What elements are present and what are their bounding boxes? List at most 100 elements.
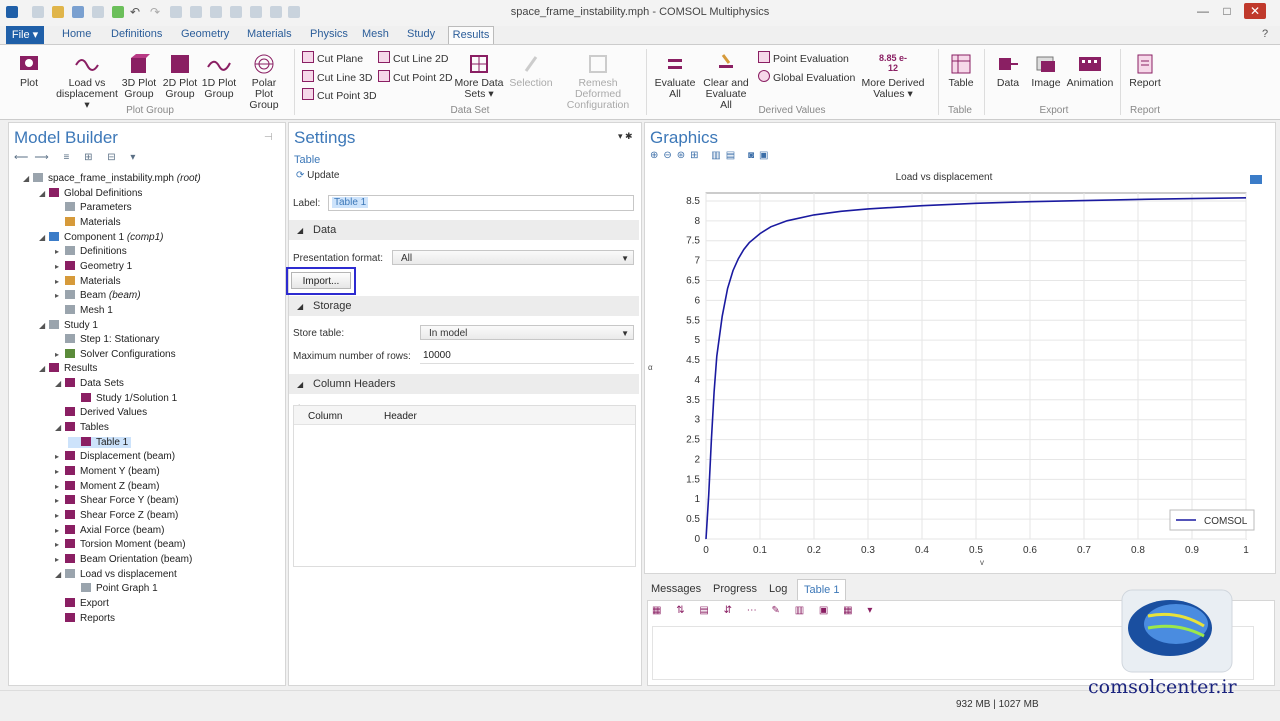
- tab-study[interactable]: Study: [407, 28, 435, 40]
- tree-item[interactable]: ◢ space_frame_instability.mph (root): [20, 173, 204, 184]
- model-builder-toolbar[interactable]: ⟵⟶ ≡ ⊞ ⊟ ▾: [14, 152, 141, 163]
- cut-point-3d-button[interactable]: Cut Point 3D: [302, 88, 377, 102]
- max-rows-field[interactable]: 10000: [420, 348, 634, 364]
- load-vs-displacement-button[interactable]: Load vs displacement ▾: [56, 53, 118, 111]
- tree-item[interactable]: ▸ Definitions: [52, 246, 130, 257]
- plot-button[interactable]: Plot: [10, 53, 48, 89]
- report-button[interactable]: Report: [1126, 53, 1164, 89]
- image-export-button[interactable]: Image: [1028, 53, 1064, 89]
- tree-item[interactable]: ▸ Torsion Moment (beam): [52, 539, 189, 550]
- presentation-format-select[interactable]: All ▼: [392, 250, 634, 265]
- expander-icon[interactable]: ▸: [55, 496, 65, 505]
- tree-item[interactable]: Point Graph 1: [68, 583, 161, 594]
- expander-icon[interactable]: ▸: [55, 291, 65, 300]
- tree-item[interactable]: ◢ Global Definitions: [36, 187, 145, 199]
- expander-icon[interactable]: ◢: [55, 423, 65, 432]
- tree-item[interactable]: ▸ Shear Force Z (beam): [52, 509, 181, 521]
- tree-item[interactable]: Materials: [52, 216, 124, 228]
- expander-icon[interactable]: ▸: [55, 467, 65, 476]
- tree-item[interactable]: Study 1/Solution 1: [68, 392, 180, 404]
- column-headers-section-header[interactable]: ◢ Column Headers: [289, 374, 639, 394]
- tree-item[interactable]: Step 1: Stationary: [52, 334, 163, 345]
- tree-item[interactable]: ◢ Study 1: [36, 319, 101, 331]
- animation-export-button[interactable]: Animation: [1066, 53, 1114, 89]
- tree-item[interactable]: Export: [52, 597, 112, 609]
- maximize-button[interactable]: □: [1216, 3, 1238, 19]
- clear-evaluate-all-button[interactable]: Clear and Evaluate All: [700, 53, 752, 111]
- expander-icon[interactable]: ▸: [55, 540, 65, 549]
- expander-icon[interactable]: ▸: [55, 452, 65, 461]
- tab-messages[interactable]: Messages: [651, 583, 701, 595]
- storage-section-header[interactable]: ◢ Storage: [289, 296, 639, 316]
- tree-item[interactable]: ▸ Axial Force (beam): [52, 524, 167, 536]
- remesh-deformed-button[interactable]: Remesh Deformed Configuration: [554, 53, 642, 111]
- tree-item[interactable]: ▸ Displacement (beam): [52, 451, 178, 462]
- expander-icon[interactable]: ◢: [39, 321, 49, 330]
- point-evaluation-button[interactable]: Point Evaluation: [758, 51, 849, 65]
- store-table-select[interactable]: In model ▼: [420, 325, 634, 340]
- minimize-button[interactable]: —: [1192, 3, 1214, 19]
- tree-item[interactable]: ▸ Beam Orientation (beam): [52, 553, 195, 565]
- table-button[interactable]: Table: [944, 53, 978, 89]
- tree-item[interactable]: Derived Values: [52, 407, 150, 418]
- expander-icon[interactable]: ◢: [39, 189, 49, 198]
- tree-item[interactable]: ▸ Materials: [52, 275, 124, 287]
- tree-item[interactable]: ▸ Solver Configurations: [52, 348, 179, 360]
- tab-log[interactable]: Log: [769, 583, 787, 595]
- graphics-toolbar[interactable]: ⊕⊖⊛⊞ ▥▤ ◙▣: [650, 150, 773, 161]
- settings-window-menu-icon[interactable]: ▾ ✱: [618, 131, 633, 142]
- load-vs-displacement-chart[interactable]: Load vs displacement 0 0.1 0.2 0.3 0.4 0.5 0.6…: [644, 165, 1274, 570]
- expander-icon[interactable]: ▸: [55, 555, 65, 564]
- polar-plot-group-button[interactable]: Polar Plot Group: [242, 53, 286, 111]
- header-header[interactable]: Header: [384, 411, 417, 422]
- table-toolbar[interactable]: ▦ ⇅ ▤ ⇵ ⋯ ✎ ▥ ▣ ▦ ▾: [652, 605, 878, 616]
- expander-icon[interactable]: ▸: [55, 262, 65, 271]
- tree-item[interactable]: Mesh 1: [52, 304, 116, 316]
- expander-icon[interactable]: ▸: [55, 511, 65, 520]
- more-data-sets-button[interactable]: More Data Sets ▾: [454, 53, 504, 100]
- tree-item[interactable]: ▸ Beam (beam): [52, 290, 144, 301]
- cut-point-2d-button[interactable]: Cut Point 2D: [378, 70, 453, 84]
- global-evaluation-button[interactable]: Global Evaluation: [758, 70, 855, 84]
- expander-icon[interactable]: ▸: [55, 526, 65, 535]
- column-header[interactable]: Column: [308, 411, 342, 422]
- tab-definitions[interactable]: Definitions: [111, 28, 162, 40]
- data-export-button[interactable]: Data: [990, 53, 1026, 89]
- cut-plane-button[interactable]: Cut Plane: [302, 51, 363, 65]
- tab-geometry[interactable]: Geometry: [181, 28, 229, 40]
- tree-item[interactable]: ◢ Results: [36, 363, 100, 374]
- legend-toggle-icon[interactable]: [1250, 175, 1262, 184]
- tab-materials[interactable]: Materials: [247, 28, 292, 40]
- tree-item[interactable]: ◢ Component 1 (comp1): [36, 231, 167, 243]
- import-button[interactable]: Import...: [291, 272, 351, 289]
- tab-progress[interactable]: Progress: [713, 583, 757, 595]
- tree-item[interactable]: ▸ Moment Y (beam): [52, 466, 163, 477]
- close-button[interactable]: ✕: [1244, 3, 1266, 19]
- expander-icon[interactable]: ▸: [55, 277, 65, 286]
- tab-physics[interactable]: Physics: [310, 28, 348, 40]
- tree-item[interactable]: Table 1: [68, 436, 132, 448]
- more-derived-values-button[interactable]: 8.85 e-12 More Derived Values ▾: [854, 53, 932, 100]
- tree-item[interactable]: ▸ Shear Force Y (beam): [52, 495, 182, 506]
- tree-item[interactable]: ◢ Load vs displacement: [52, 568, 180, 580]
- evaluate-all-button[interactable]: Evaluate All: [652, 53, 698, 100]
- 3d-plot-group-button[interactable]: 3D Plot Group: [120, 53, 158, 100]
- expander-icon[interactable]: ◢: [55, 379, 65, 388]
- update-button[interactable]: ⟳ Update: [296, 170, 339, 181]
- tab-home[interactable]: Home: [62, 28, 91, 40]
- tree-item[interactable]: ▸ Geometry 1: [52, 260, 135, 272]
- tab-results[interactable]: Results: [448, 26, 494, 45]
- 1d-plot-group-button[interactable]: 1D Plot Group: [200, 53, 238, 100]
- selection-button[interactable]: Selection: [508, 53, 554, 89]
- pin-icon[interactable]: ⊣: [264, 132, 273, 143]
- tree-item[interactable]: ◢ Data Sets: [52, 378, 127, 389]
- tree-item[interactable]: Parameters: [52, 202, 135, 213]
- 2d-plot-group-button[interactable]: 2D Plot Group: [161, 53, 199, 100]
- tab-mesh[interactable]: Mesh: [362, 28, 389, 40]
- expander-icon[interactable]: ◢: [39, 364, 49, 373]
- expander-icon[interactable]: ◢: [39, 233, 49, 242]
- label-field[interactable]: Table 1: [328, 195, 634, 211]
- expander-icon[interactable]: ◢: [55, 570, 65, 579]
- expander-icon[interactable]: ▸: [55, 247, 65, 256]
- tree-item[interactable]: ▸ Moment Z (beam): [52, 480, 162, 492]
